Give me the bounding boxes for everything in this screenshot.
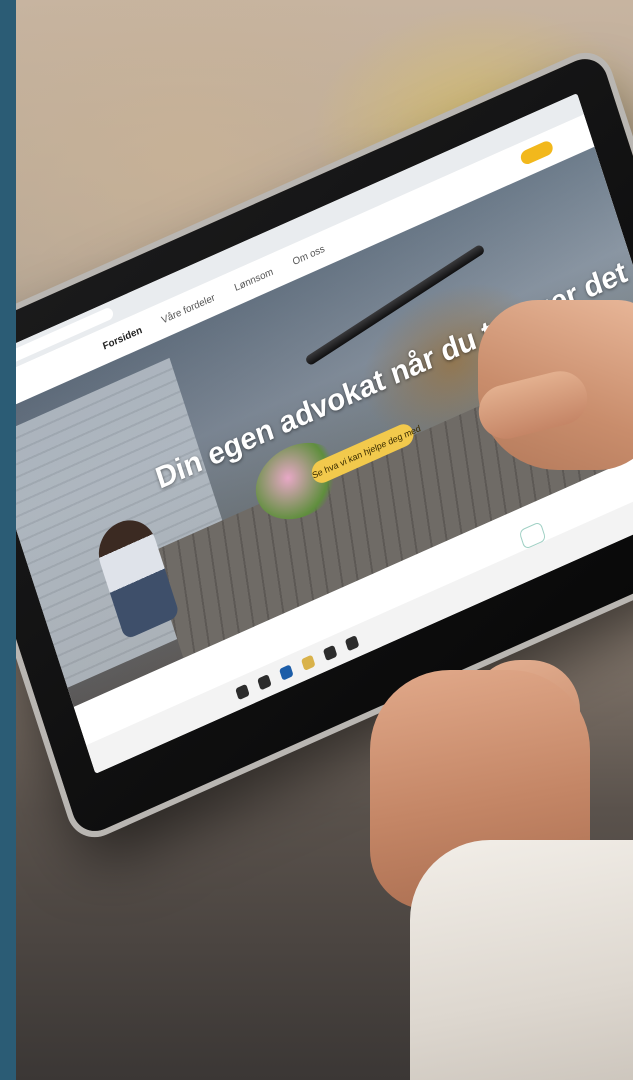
start-icon xyxy=(235,683,250,701)
photo-scene: Forsiden Våre fordeler Lønnsom Om oss Di… xyxy=(0,0,633,1080)
edge-icon xyxy=(278,664,294,681)
nav-item-about: Om oss xyxy=(291,243,327,268)
side-accent-bar xyxy=(0,0,16,1080)
search-icon xyxy=(257,674,272,691)
nav-item-pricing: Lønnsom xyxy=(233,266,275,294)
nav-item-home: Forsiden xyxy=(101,324,144,353)
store-icon xyxy=(300,654,316,671)
mail-icon xyxy=(322,644,338,662)
explorer-icon xyxy=(344,635,360,652)
shirt-sleeve xyxy=(410,840,633,1080)
